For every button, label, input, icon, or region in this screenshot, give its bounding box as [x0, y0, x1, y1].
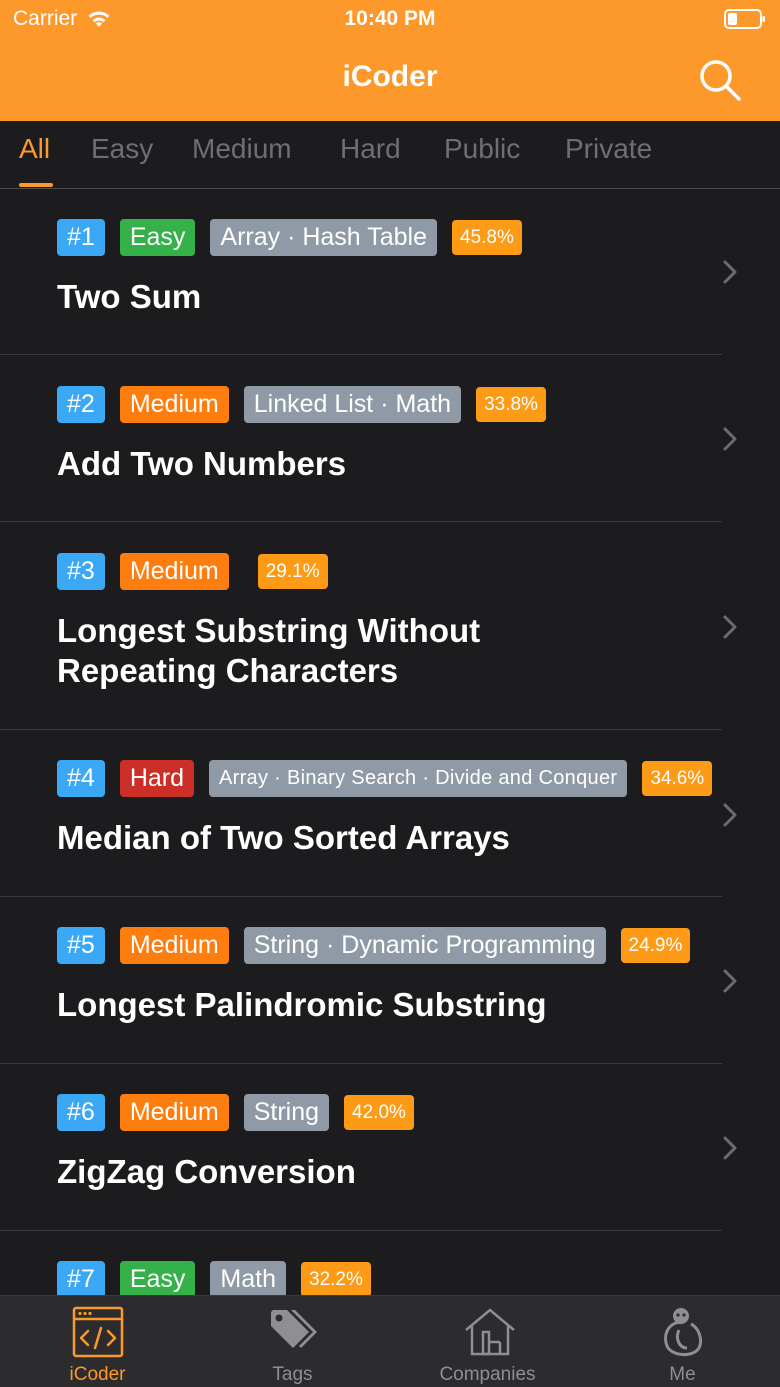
difficulty-badge: Easy — [119, 219, 196, 256]
topics-badge: Array · Hash Table — [210, 219, 437, 256]
topics-badge: Math — [210, 1261, 286, 1295]
tab-tags[interactable]: Tags — [195, 1296, 390, 1387]
problem-tags: #1 Easy Array · Hash Table 45.8% — [57, 219, 522, 256]
topics-badge: Array · Binary Search · Divide and Conqu… — [209, 760, 628, 797]
topics-badge: String · Dynamic Programming — [243, 927, 606, 964]
problem-row[interactable]: #2 Medium Linked List · Math 33.8% Add T… — [0, 356, 780, 523]
chevron-right-icon — [723, 969, 737, 993]
problem-id-badge: #4 — [57, 760, 105, 797]
difficulty-badge: Medium — [119, 927, 229, 964]
tags-icon — [271, 1310, 317, 1348]
acceptance-rate-badge: 45.8% — [451, 220, 522, 255]
chevron-right-icon — [723, 427, 737, 451]
filter-medium[interactable]: Medium — [192, 133, 292, 165]
status-bar: Carrier 10:40 PM — [0, 0, 780, 40]
problem-row[interactable]: #5 Medium String · Dynamic Programming 2… — [0, 897, 780, 1064]
chevron-right-icon — [723, 260, 737, 284]
problem-row[interactable]: #4 Hard Array · Binary Search · Divide a… — [0, 730, 780, 897]
problem-title: Longest Palindromic Substring — [57, 986, 547, 1023]
problem-id-badge: #5 — [57, 927, 105, 964]
difficulty-badge: Hard — [119, 760, 194, 797]
problem-list[interactable]: #1 Easy Array · Hash Table 45.8% Two Sum… — [0, 189, 780, 1295]
acceptance-rate-badge: 29.1% — [257, 554, 328, 589]
acceptance-rate-badge: 32.2% — [301, 1262, 371, 1295]
acceptance-rate-badge: 42.0% — [344, 1095, 414, 1130]
app-screen: Carrier 10:40 PM iCoder All Easy Medium — [0, 0, 780, 1387]
tab-bar: iCoder Tags Companies Me — [0, 1295, 780, 1387]
filter-private[interactable]: Private — [565, 133, 652, 165]
chevron-right-icon — [723, 803, 737, 827]
tab-label: Tags — [272, 1364, 313, 1385]
problem-tags: #2 Medium Linked List · Math 33.8% — [57, 386, 546, 423]
status-time: 10:40 PM — [344, 7, 436, 30]
tab-companies[interactable]: Companies — [390, 1296, 585, 1387]
acceptance-rate-badge: 34.6% — [642, 761, 713, 796]
acceptance-rate-badge: 33.8% — [476, 387, 546, 422]
problem-tags: #3 Medium 29.1% — [57, 553, 328, 590]
problem-tags: #5 Medium String · Dynamic Programming 2… — [57, 927, 691, 964]
row-divider — [0, 521, 722, 522]
topics-badge: String — [243, 1094, 330, 1131]
problem-title: Median of Two Sorted Arrays — [57, 819, 510, 856]
me-icon — [664, 1308, 703, 1356]
problem-title: ZigZag Conversion — [57, 1153, 356, 1190]
filter-selection-indicator — [19, 183, 53, 187]
difficulty-badge: Medium — [119, 553, 229, 590]
filter-hard[interactable]: Hard — [340, 133, 401, 165]
search-icon[interactable] — [698, 58, 742, 102]
difficulty-filter: All Easy Medium Hard Public Private — [0, 121, 780, 189]
battery-icon — [724, 9, 765, 29]
problem-row[interactable]: #6 Medium String 42.0% ZigZag Conversion — [0, 1064, 780, 1231]
problem-id-badge: #3 — [57, 553, 105, 590]
filter-public[interactable]: Public — [444, 133, 520, 165]
tab-label: iCoder — [69, 1364, 126, 1385]
acceptance-rate-badge: 24.9% — [620, 928, 691, 963]
code-window-icon — [72, 1306, 124, 1358]
chevron-right-icon — [723, 615, 737, 639]
problem-tags: #4 Hard Array · Binary Search · Divide a… — [57, 760, 713, 797]
problem-id-badge: #6 — [57, 1094, 105, 1131]
problem-row[interactable]: #3 Medium 29.1% Longest Substring Withou… — [0, 523, 780, 730]
tab-me[interactable]: Me — [585, 1296, 780, 1387]
difficulty-badge: Medium — [119, 1094, 229, 1131]
problem-row[interactable]: #1 Easy Array · Hash Table 45.8% Two Sum — [0, 189, 780, 356]
filter-all[interactable]: All — [19, 133, 50, 165]
topics-badge: Linked List · Math — [243, 386, 462, 423]
problem-tags: #7 Easy Math 32.2% — [57, 1261, 371, 1295]
problem-title: Longest Substring Without Repeating Char… — [57, 612, 481, 689]
row-divider — [0, 354, 722, 355]
problem-id-badge: #2 — [57, 386, 105, 423]
difficulty-badge: Easy — [119, 1261, 196, 1295]
page-title: iCoder — [342, 60, 438, 93]
companies-icon — [465, 1308, 515, 1356]
difficulty-badge: Medium — [119, 386, 229, 423]
tab-label: Me — [669, 1364, 696, 1385]
problem-tags: #6 Medium String 42.0% — [57, 1094, 414, 1131]
problem-title: Two Sum — [57, 278, 202, 315]
header: Carrier 10:40 PM iCoder — [0, 0, 780, 121]
problem-row[interactable]: #7 Easy Math 32.2% — [0, 1231, 780, 1295]
problem-id-badge: #1 — [57, 219, 105, 256]
filter-easy[interactable]: Easy — [91, 133, 153, 165]
tab-label: Companies — [439, 1364, 536, 1385]
problem-title: Add Two Numbers — [57, 445, 347, 482]
chevron-right-icon — [723, 1136, 737, 1160]
tab-icoder[interactable]: iCoder — [0, 1296, 195, 1387]
problem-id-badge: #7 — [57, 1261, 105, 1295]
